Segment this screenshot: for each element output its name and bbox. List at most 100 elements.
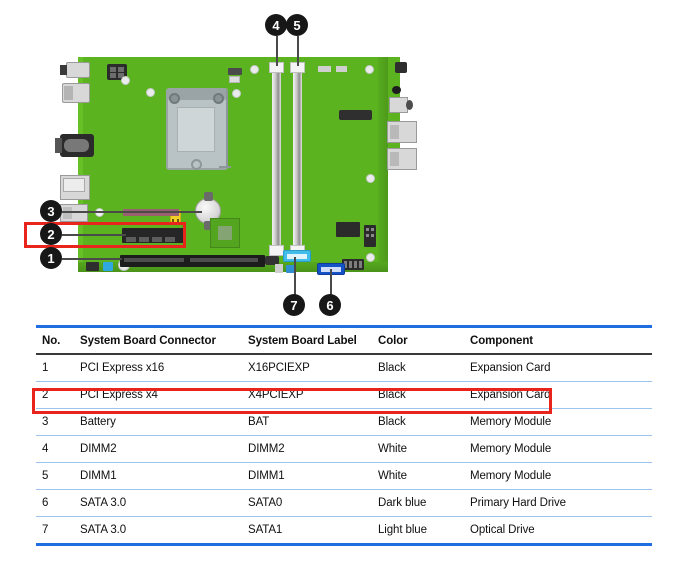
bios-chip — [339, 110, 372, 120]
page-root: 4 5 3 2 1 7 6 No. System Board Connector… — [0, 0, 688, 587]
audio-jack-group — [86, 262, 99, 271]
cell-color: Light blue — [378, 524, 427, 536]
board-screw-hole-b — [146, 88, 155, 97]
cell-label: DIMM1 — [248, 470, 285, 482]
cell-no: 5 — [42, 470, 49, 482]
table-row: 3 Battery BAT Black Memory Module — [36, 409, 652, 436]
table-row: 4 DIMM2 DIMM2 White Memory Module — [36, 436, 652, 463]
cell-connector: Battery — [80, 416, 116, 428]
dimm-slot-2-clip-bottom — [269, 245, 284, 256]
vga-port-shell — [64, 139, 89, 152]
board-screw-hole-e — [365, 65, 374, 74]
usb-header-pin-d — [359, 261, 362, 268]
column-header-no: No. — [42, 335, 61, 347]
small-white-header — [275, 264, 283, 273]
cell-no: 6 — [42, 497, 49, 509]
front-audio-header — [103, 262, 113, 271]
cell-no: 7 — [42, 524, 49, 536]
board-screw-hole-a — [121, 76, 130, 85]
cpu-socket-die-area — [177, 107, 215, 152]
display-port-thumbscrew — [406, 100, 413, 110]
cell-label: SATA1 — [248, 524, 283, 536]
leader-line-7 — [294, 257, 296, 297]
cell-color: White — [378, 443, 407, 455]
table-header-row: No. System Board Connector System Board … — [36, 326, 652, 355]
usb-header-pin-c — [354, 261, 357, 268]
right-edge-connector-top — [395, 62, 407, 73]
column-header-color: Color — [378, 335, 408, 347]
table-header: No. System Board Connector System Board … — [36, 326, 652, 355]
column-header-label: System Board Label — [248, 335, 357, 347]
cell-color: Black — [378, 389, 406, 401]
cell-connector: DIMM1 — [80, 470, 117, 482]
cell-component: Expansion Card — [470, 362, 551, 374]
board-screw-hole-g — [366, 253, 375, 262]
sata1-connector-opening — [287, 254, 307, 259]
dimm-slot-2 — [272, 66, 281, 251]
table-row: 7 SATA 3.0 SATA1 Light blue Optical Driv… — [36, 517, 652, 545]
front-panel-header-pin-3 — [366, 234, 369, 237]
fan-header-top-left — [318, 66, 331, 72]
board-screw-hole-f — [366, 174, 375, 183]
cell-color: Black — [378, 416, 406, 428]
table-row: 2 PCI Express x4 X4PCIEXP Black Expansio… — [36, 382, 652, 409]
motherboard-diagram: 4 5 3 2 1 7 6 — [0, 0, 688, 318]
column-header-connector: System Board Connector — [80, 335, 216, 347]
cell-label: SATA0 — [248, 497, 283, 509]
callout-marker-2[interactable]: 2 — [40, 223, 62, 245]
cell-label: DIMM2 — [248, 443, 285, 455]
cpu-socket-hinge-right — [213, 93, 224, 104]
cpu-socket-latch — [191, 159, 202, 170]
cell-connector: SATA 3.0 — [80, 497, 127, 509]
leader-line-5 — [297, 36, 299, 66]
callout-marker-3[interactable]: 3 — [40, 200, 62, 222]
cell-no: 3 — [42, 416, 49, 428]
cell-color: Dark blue — [378, 497, 427, 509]
pci-express-x16-contact-row-a — [124, 258, 184, 262]
ethernet-port-opening — [63, 178, 85, 192]
table-row: 6 SATA 3.0 SATA0 Dark blue Primary Hard … — [36, 490, 652, 517]
table-row: 5 DIMM1 DIMM1 White Memory Module — [36, 463, 652, 490]
board-screw-hole-d — [250, 65, 259, 74]
usb-port-rear-pair-tongue — [63, 207, 72, 219]
cell-connector: DIMM2 — [80, 443, 117, 455]
callout-marker-4[interactable]: 4 — [265, 14, 287, 36]
leader-line-4 — [276, 36, 278, 66]
cell-label: X16PCIEXP — [248, 362, 310, 374]
rear-io-connector-top — [66, 62, 90, 78]
cell-component: Memory Module — [470, 470, 552, 482]
column-header-component: Component — [470, 335, 533, 347]
usb-port-upper-tongue — [390, 125, 399, 139]
system-board-connector-table-wrapper: No. System Board Connector System Board … — [36, 325, 652, 546]
leader-line-6 — [330, 269, 332, 297]
usb-port-lower-tongue — [390, 152, 399, 166]
cell-connector: PCI Express x4 — [80, 389, 158, 401]
chipset-die — [218, 226, 232, 240]
fan-header-top-right — [336, 66, 347, 72]
cpu-socket-lever-tip — [219, 166, 231, 168]
callout-marker-6[interactable]: 6 — [319, 294, 341, 316]
callout-marker-7[interactable]: 7 — [283, 294, 305, 316]
top-jumper-block — [229, 76, 240, 83]
cell-label: BAT — [248, 416, 270, 428]
cell-connector: PCI Express x16 — [80, 362, 165, 374]
usb-header-pin-b — [349, 261, 352, 268]
front-panel-header-pin-4 — [371, 234, 374, 237]
board-screw-hole-c — [232, 89, 241, 98]
power-header-24pin — [336, 222, 360, 237]
cell-no: 1 — [42, 362, 49, 374]
callout-marker-5[interactable]: 5 — [286, 14, 308, 36]
leader-line-3 — [62, 211, 202, 213]
cell-component: Memory Module — [470, 443, 552, 455]
cell-color: White — [378, 470, 407, 482]
cell-component: Expansion Card — [470, 389, 551, 401]
callout-marker-1[interactable]: 1 — [40, 247, 62, 269]
cell-component: Optical Drive — [470, 524, 535, 536]
cell-component: Primary Hard Drive — [470, 497, 566, 509]
rear-io-connector-second-pins — [64, 86, 73, 100]
table-row: 1 PCI Express x16 X16PCIEXP Black Expans… — [36, 354, 652, 382]
cell-no: 2 — [42, 389, 49, 401]
front-panel-header-pin-2 — [371, 228, 374, 231]
right-edge-round-connector — [392, 86, 401, 94]
cell-connector: SATA 3.0 — [80, 524, 127, 536]
